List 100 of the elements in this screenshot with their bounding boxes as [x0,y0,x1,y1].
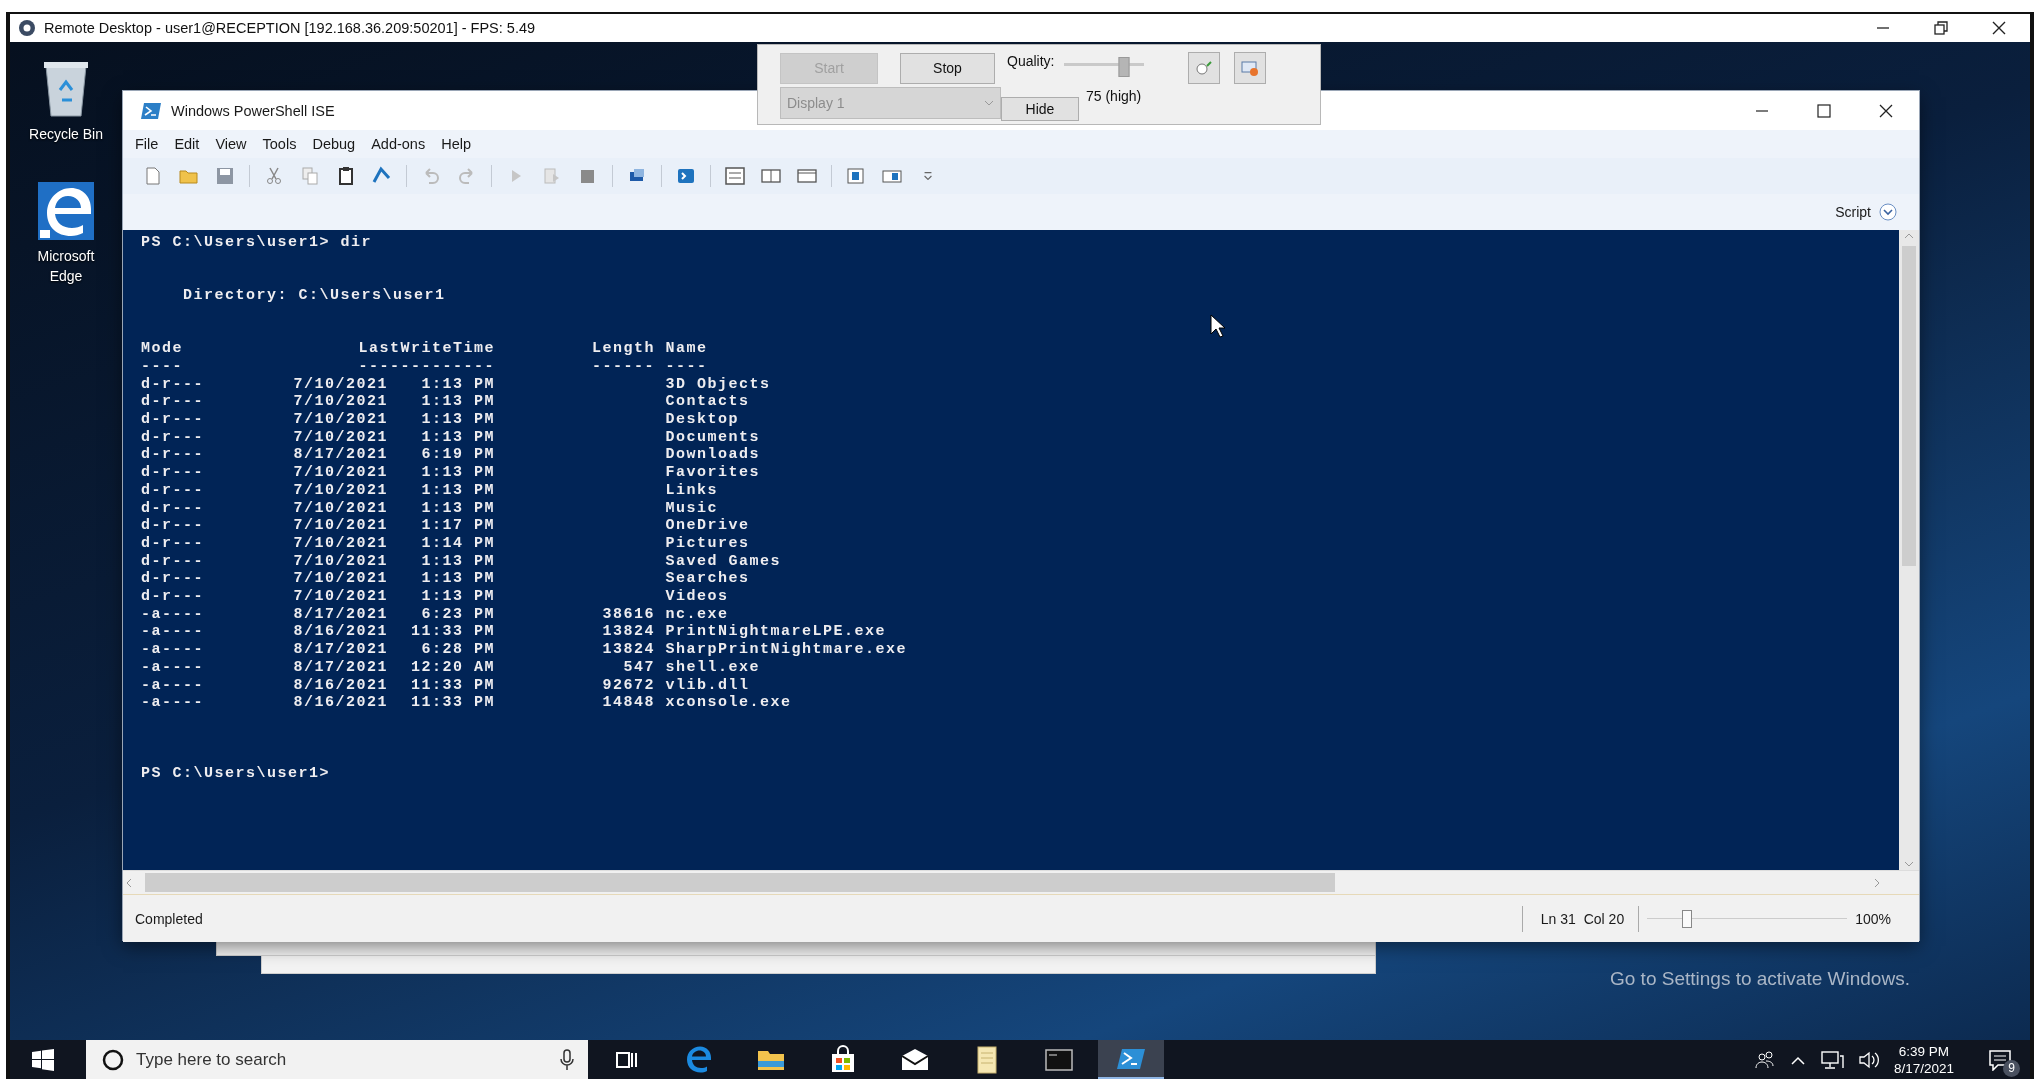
console-cell-text: d-r--- [141,588,205,606]
console-cell-text: 7/10/2021 [292,552,388,571]
capture-button[interactable] [1188,52,1221,84]
clock[interactable]: 6:39 PM 8/17/2021 [1893,1042,1954,1077]
single-pane-layout-icon [797,166,817,186]
slider-thumb[interactable] [1682,909,1693,928]
console-cell-text: 1:13 PM [420,552,495,571]
horizontal-scrollbar[interactable] [123,870,1919,894]
console-cell-text: Links [664,481,719,500]
window-title: Windows PowerShell ISE [171,102,335,119]
console-cell-text: d-r--- [141,393,205,411]
close-icon[interactable] [1879,103,1893,118]
volume-icon[interactable] [1857,1049,1880,1070]
console-cell-text: 547 [622,658,655,677]
console-cell-text: shell.exe [664,658,761,677]
console-cell-text: d-r--- [141,464,205,482]
console-cell-text: d-r--- [141,428,205,447]
console-cell-text: 7/10/2021 [292,481,388,500]
menu-item[interactable]: Help [433,136,479,152]
search-input[interactable]: Type here to search [136,1049,548,1070]
console-cell-text: Documents [664,428,761,447]
console-cell-text: d-r--- [141,411,205,429]
quality-value: 75 (high) [1086,88,1142,104]
menu-item[interactable]: Debug [304,136,364,152]
console-cell-text: 1:13 PM [420,411,495,429]
console-cell-text: 7/10/2021 [292,534,388,553]
console-line: PS C:\Users\user1> dir [141,234,373,251]
side-pane-layout-icon [761,166,781,186]
restore-icon[interactable] [1934,21,1948,35]
console-cell-text: 1:13 PM [420,393,495,411]
console-cell-text: 1:14 PM [420,534,495,553]
slider-thumb[interactable] [1118,57,1130,77]
hide-button[interactable]: Hide [1001,97,1079,121]
console-cell-text: Contacts [664,393,751,411]
network-icon[interactable] [1819,1049,1844,1070]
console-cell-text: SharpPrintNightmare.exe [664,641,909,659]
menu-item[interactable]: Tools [254,136,305,152]
windows-icon[interactable] [32,1048,54,1071]
save-icon [215,166,235,186]
console-cell-text: 13824 [601,641,655,659]
settings-button[interactable] [1234,52,1267,84]
console-cell-text: 13824 [601,623,655,642]
new-file-icon [143,166,163,186]
console-cell-text: Videos [664,588,730,606]
menu-item[interactable]: Edit [166,136,208,152]
console-cell-text: 8/16/2021 [292,623,388,642]
console-cell-text: 8/17/2021 [292,605,388,624]
quality-label: Quality: [1007,53,1055,69]
powershell-icon [141,101,161,120]
console-cell-text: d-r--- [141,446,205,465]
desktop-icon-label[interactable]: Microsoft Edge [26,246,106,286]
zoom-slider[interactable] [1647,908,1848,929]
console-cell-text: 14848 [601,694,655,712]
paste-icon [336,166,356,186]
close-icon[interactable] [1992,21,2006,35]
console-cell-text: Saved Games [664,552,783,571]
stop-button[interactable]: Stop [900,52,995,84]
console-cell-text: d-r--- [141,481,205,500]
console-cell-text: 6:28 PM [420,641,495,659]
notification-count: 9 [2003,1059,2020,1077]
people-icon[interactable] [1753,1049,1776,1070]
search-circle-icon [102,1048,124,1071]
header-rule: ---- [664,357,709,376]
console-cell-text: xconsole.exe [664,694,793,712]
menu-item[interactable]: File [127,136,167,152]
menu-item[interactable]: View [207,136,255,152]
console-cell-text: 1:13 PM [420,570,495,589]
chevron-up-icon[interactable] [1789,1054,1806,1065]
console-cell-text: 8/16/2021 [292,676,388,695]
desktop-icon-label[interactable]: Recycle Bin [26,124,106,144]
column-header: Mode [141,340,184,358]
search-bar[interactable]: Type here to search [86,1040,588,1079]
console-cell-text: Music [664,499,719,518]
console-cell-text: Favorites [664,464,761,482]
console-cell-text: 1:13 PM [420,481,495,500]
console-cell-text: Desktop [664,411,740,429]
console-cell-text: 1:13 PM [420,375,495,394]
console-cell-text: d-r--- [141,552,205,571]
console-line: PS C:\Users\user1> [141,765,331,783]
console-cell-text: 1:13 PM [420,499,495,518]
vertical-scrollbar[interactable] [1899,230,1919,870]
edge-icon[interactable] [38,182,94,240]
console-cell-text: -a---- [141,694,205,712]
script-label[interactable]: Script [1835,204,1871,220]
task-view-icon[interactable] [616,1049,638,1070]
menu-item[interactable]: Add-ons [363,136,434,152]
microphone-icon[interactable] [560,1048,574,1071]
console-cell-text: 8/17/2021 [292,641,388,659]
top-pane-layout-icon [725,166,745,186]
copy-icon [300,166,320,186]
scissors-icon [264,166,284,186]
console-cell-text: -a---- [141,658,205,677]
expand-icon[interactable] [1879,203,1897,221]
maximize-icon[interactable] [1817,103,1831,118]
console-cell-text: 38616 [601,605,655,624]
quality-slider[interactable] [1064,57,1145,79]
console-cell-text: 1:13 PM [420,588,495,606]
console-cell-text: -a---- [141,623,205,642]
console-cell-text: 12:20 AM [410,658,495,677]
console-cell-text: Pictures [664,534,751,553]
